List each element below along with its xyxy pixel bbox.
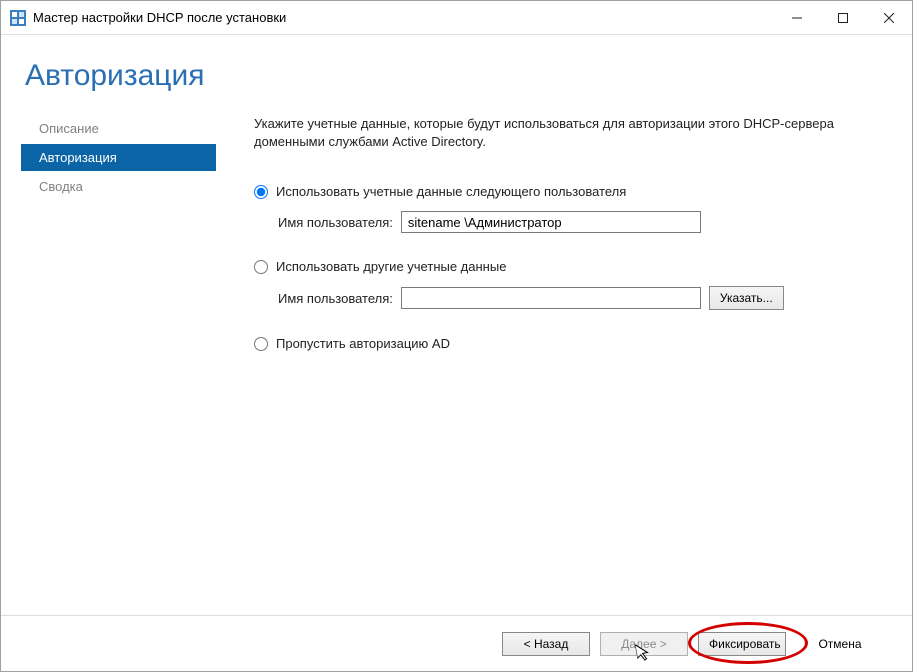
- radio-skip-ad[interactable]: [254, 337, 268, 351]
- option-skip-ad-auth: Пропустить авторизацию AD: [254, 336, 882, 351]
- label-use-other[interactable]: Использовать другие учетные данные: [276, 259, 506, 274]
- window-title: Мастер настройки DHCP после установки: [33, 10, 774, 25]
- minimize-button[interactable]: [774, 1, 820, 34]
- radio-use-current[interactable]: [254, 185, 268, 199]
- content-area: Укажите учетные данные, которые будут ис…: [216, 103, 892, 615]
- browse-credentials-button[interactable]: Указать...: [709, 286, 784, 310]
- step-authorization[interactable]: Авторизация: [21, 144, 216, 171]
- username-field-current: [401, 211, 701, 233]
- radio-use-other[interactable]: [254, 260, 268, 274]
- next-button[interactable]: Далее >: [600, 632, 688, 656]
- page-header: Авторизация: [1, 35, 912, 103]
- option-use-current-credentials: Использовать учетные данные следующего п…: [254, 184, 882, 233]
- close-button[interactable]: [866, 1, 912, 34]
- username-label-2: Имя пользователя:: [278, 291, 393, 306]
- back-button[interactable]: < Назад: [502, 632, 590, 656]
- step-summary[interactable]: Сводка: [21, 173, 216, 200]
- username-label-1: Имя пользователя:: [278, 215, 393, 230]
- step-description[interactable]: Описание: [21, 115, 216, 142]
- body: Описание Авторизация Сводка Укажите учет…: [1, 103, 912, 615]
- label-use-current[interactable]: Использовать учетные данные следующего п…: [276, 184, 626, 199]
- intro-text: Укажите учетные данные, которые будут ис…: [254, 115, 882, 150]
- label-skip-ad[interactable]: Пропустить авторизацию AD: [276, 336, 450, 351]
- option-use-other-credentials: Использовать другие учетные данные Имя п…: [254, 259, 882, 310]
- cancel-button[interactable]: Отмена: [796, 632, 884, 656]
- page-title: Авторизация: [25, 59, 888, 93]
- wizard-window: Мастер настройки DHCP после установки Ав…: [0, 0, 913, 672]
- app-icon: [9, 9, 27, 27]
- wizard-footer: < Назад Далее > Фиксировать Отмена: [1, 615, 912, 671]
- username-field-other[interactable]: [401, 287, 701, 309]
- titlebar: Мастер настройки DHCP после установки: [1, 1, 912, 35]
- commit-button[interactable]: Фиксировать: [698, 632, 786, 656]
- window-controls: [774, 1, 912, 34]
- maximize-button[interactable]: [820, 1, 866, 34]
- wizard-steps: Описание Авторизация Сводка: [1, 103, 216, 615]
